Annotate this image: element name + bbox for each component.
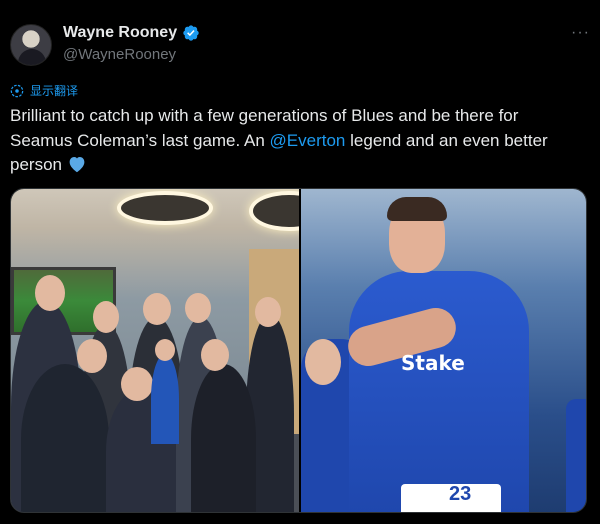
person-head xyxy=(77,339,107,373)
mention-link[interactable]: @Everton xyxy=(270,131,346,150)
person-head xyxy=(35,275,65,311)
tweet-body: Brilliant to catch up with a few generat… xyxy=(10,104,585,178)
person-head xyxy=(185,293,211,323)
person-head xyxy=(255,297,281,327)
show-translation-label[interactable]: 显示翻译 xyxy=(30,82,78,99)
player-photo[interactable]: Stake 23 xyxy=(301,189,586,512)
mascot-figure xyxy=(566,399,586,512)
player-hair xyxy=(387,197,447,221)
show-translation-link[interactable]: 显示翻译 xyxy=(10,82,78,99)
person-figure xyxy=(21,364,109,512)
shirt-sponsor-text: Stake xyxy=(401,351,465,375)
child-figure xyxy=(151,354,179,444)
group-photo[interactable] xyxy=(11,189,299,512)
person-head xyxy=(201,339,229,371)
author-display-name[interactable]: Wayne Rooney xyxy=(63,24,177,42)
tweet-header: Wayne Rooney @WayneRooney ··· xyxy=(10,20,590,66)
author-handle[interactable]: @WayneRooney xyxy=(63,46,176,63)
globe-icon xyxy=(10,84,24,97)
author-name-row[interactable]: Wayne Rooney xyxy=(63,24,200,42)
shorts-number: 23 xyxy=(449,483,472,505)
mascot-head xyxy=(305,339,341,385)
tweet-media: Stake 23 xyxy=(10,188,587,513)
person-head xyxy=(121,367,153,401)
ceiling-light xyxy=(117,191,213,225)
ceiling-light xyxy=(249,191,299,231)
person-head xyxy=(143,293,171,325)
blue-heart-icon xyxy=(69,157,85,173)
person-head xyxy=(93,301,119,333)
avatar[interactable] xyxy=(10,24,52,66)
verified-badge-icon xyxy=(183,25,199,41)
more-options-button[interactable]: ··· xyxy=(571,24,590,42)
person-head xyxy=(155,339,175,361)
person-figure xyxy=(191,364,256,512)
